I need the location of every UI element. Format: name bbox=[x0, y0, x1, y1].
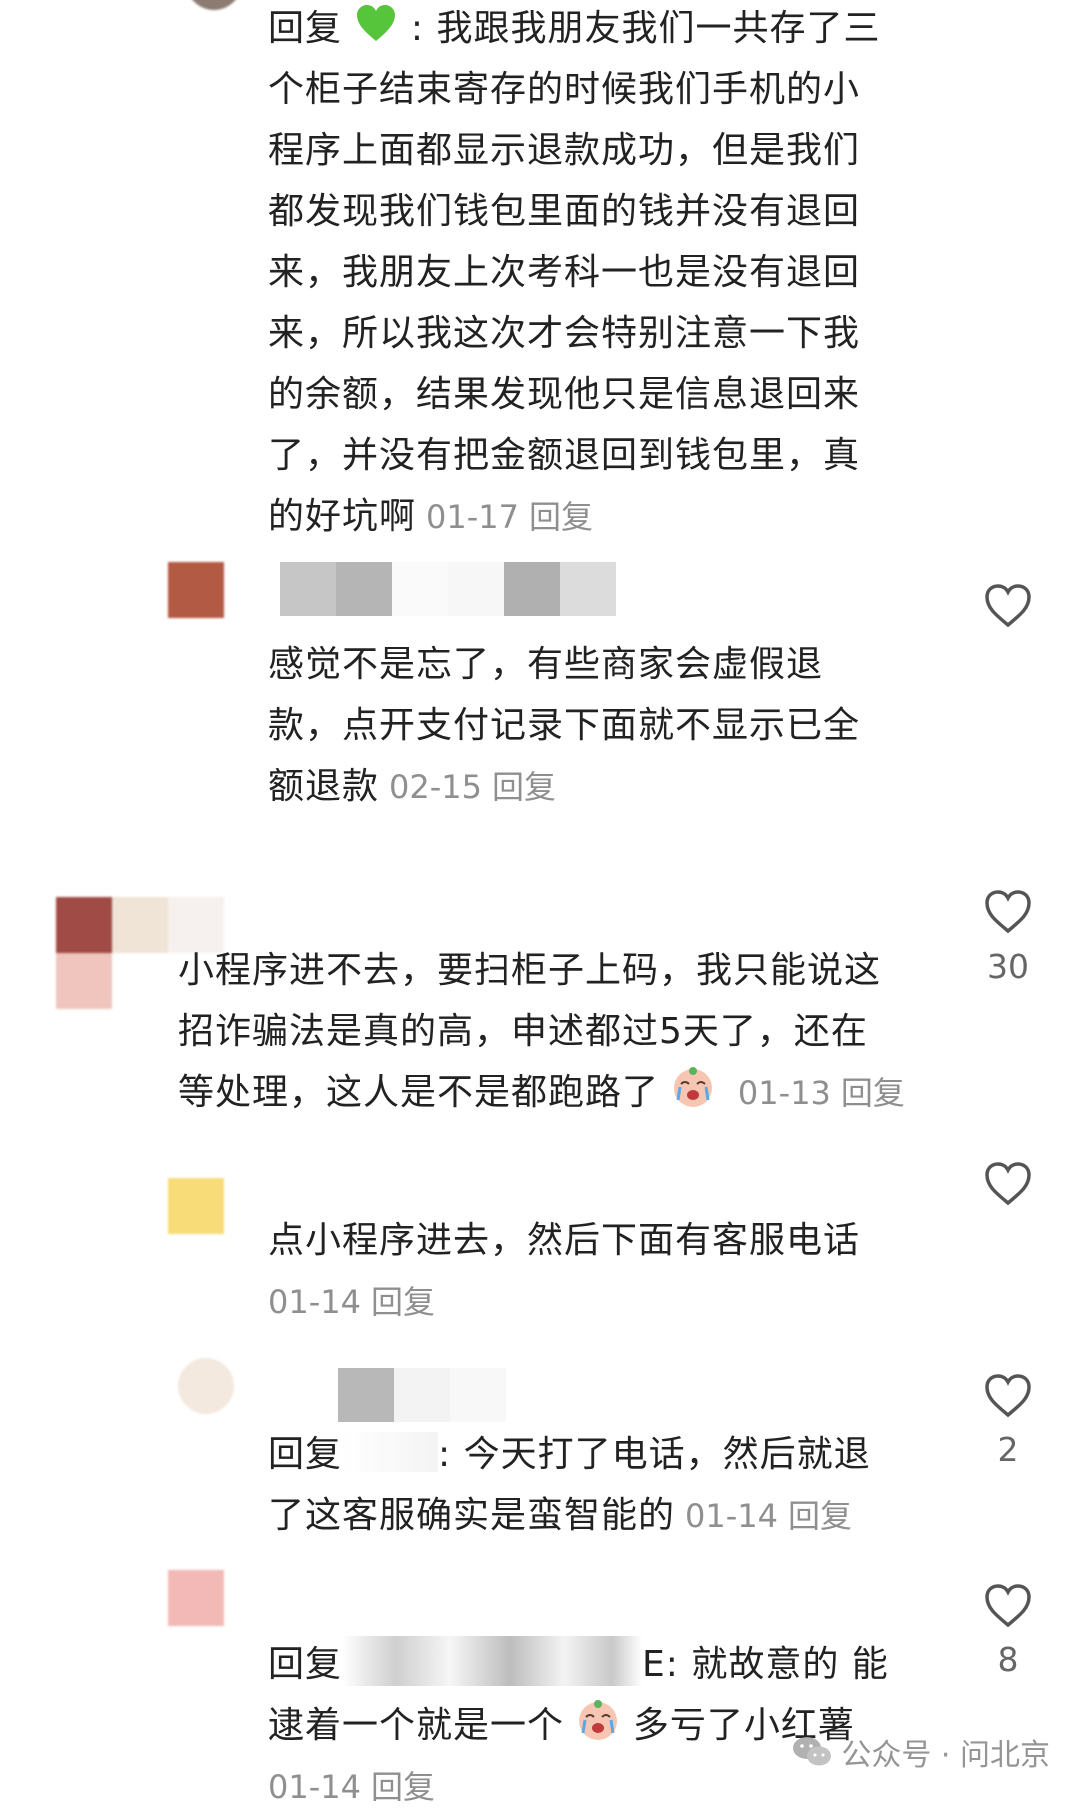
avatar[interactable] bbox=[168, 562, 224, 618]
avatar[interactable] bbox=[168, 1570, 224, 1626]
comment-line: 逮着一个就是一个 bbox=[268, 1705, 565, 1746]
comment-line: 了这客服确实是蛮智能的 bbox=[268, 1495, 676, 1536]
comment-text: 回复: 今天打了电话，然后就退 了这客服确实是蛮智能的 01-14 回复 bbox=[268, 1424, 948, 1547]
comment-line: 个柜子结束寄存的时候我们手机的小 bbox=[268, 69, 861, 110]
avatar[interactable] bbox=[186, 0, 242, 10]
separator: E: bbox=[642, 1644, 679, 1685]
comment-meta: 01-17 回复 bbox=[426, 498, 593, 536]
comment-meta: 01-14 回复 bbox=[268, 1283, 435, 1321]
crying-face-emoji bbox=[659, 1067, 728, 1113]
username-mosaic[interactable] bbox=[280, 562, 616, 616]
like-count: 8 bbox=[997, 1640, 1019, 1679]
reply-button[interactable]: 回复 bbox=[788, 1497, 852, 1535]
comment-meta: 01-14 回复 bbox=[685, 1497, 852, 1535]
comment-line: 程序上面都显示退款成功，但是我们 bbox=[268, 130, 861, 171]
reply-button[interactable]: 回复 bbox=[841, 1074, 905, 1112]
username-mosaic[interactable] bbox=[338, 1368, 506, 1422]
comment-line: 的余额，结果发现他只是信息退回来 bbox=[268, 374, 861, 415]
comment-text: 回复 : 我跟我朋友我们一共存了三 个柜子结束寄存的时候我们手机的小 程序上面都… bbox=[268, 0, 948, 548]
reply-button[interactable]: 回复 bbox=[492, 768, 556, 806]
comment-line: 款，点开支付记录下面就不显示已全 bbox=[268, 705, 861, 746]
comment-date: 01-14 bbox=[268, 1283, 361, 1321]
comment-line: 小程序进不去，要扫柜子上码，我只能说这 bbox=[178, 950, 882, 991]
comment-line: 我跟我朋友我们一共存了三 bbox=[436, 8, 881, 49]
green-heart-emoji bbox=[354, 5, 410, 49]
like-heart-icon[interactable] bbox=[982, 1580, 1034, 1632]
comment-line: 感觉不是忘了，有些商家会虚假退 bbox=[268, 644, 824, 685]
watermark-text: 公众号 · 问北京 bbox=[841, 1738, 1050, 1773]
reply-prefix: 回复 bbox=[268, 8, 343, 49]
reply-prefix: 回复 bbox=[268, 1644, 343, 1685]
like-heart-icon[interactable] bbox=[982, 1158, 1034, 1210]
comment-line: 等处理，这人是不是都跑路了 bbox=[178, 1072, 660, 1113]
like-heart-icon[interactable] bbox=[982, 580, 1034, 632]
comment-line: 的好坑啊 bbox=[268, 496, 417, 537]
comment-line: 招诈骗法是真的高，申述都过5天了，还在 bbox=[178, 1011, 868, 1052]
comment-line: 额退款 bbox=[268, 766, 380, 807]
crying-face-emoji bbox=[564, 1700, 633, 1746]
comment-text: 回复 E: 就故意的 能 逮着一个就是一个 多亏了小红薯 01-14 回复 bbox=[268, 1634, 948, 1818]
like-count: 30 bbox=[987, 947, 1029, 986]
redacted-username bbox=[342, 1636, 643, 1686]
comment-meta: 01-14 回复 bbox=[268, 1768, 435, 1806]
redacted-username bbox=[342, 1432, 439, 1472]
avatar[interactable] bbox=[168, 1178, 224, 1234]
comment-meta: 01-13 回复 bbox=[738, 1074, 905, 1112]
comment-date: 01-13 bbox=[737, 1074, 831, 1112]
comment-line: 来，所以我这次才会特别注意一下我 bbox=[268, 313, 861, 354]
reply-button[interactable]: 回复 bbox=[371, 1283, 435, 1321]
comment-date: 01-17 bbox=[426, 498, 519, 536]
wechat-icon bbox=[793, 1737, 832, 1766]
reply-button[interactable]: 回复 bbox=[371, 1768, 435, 1806]
comment-line: 今天打了电话，然后就退 bbox=[463, 1434, 871, 1475]
comment-text: 小程序进不去，要扫柜子上码，我只能说这 招诈骗法是真的高，申述都过5天了，还在 … bbox=[178, 940, 958, 1124]
reply-button[interactable]: 回复 bbox=[529, 498, 593, 536]
avatar[interactable] bbox=[178, 1358, 234, 1414]
reply-prefix: 回复 bbox=[268, 1434, 343, 1475]
like-count: 2 bbox=[997, 1430, 1019, 1469]
separator: : bbox=[410, 8, 425, 49]
comment-line: 点小程序进去，然后下面有客服电话 bbox=[268, 1220, 861, 1261]
watermark: 公众号 · 问北京 bbox=[791, 1730, 1050, 1774]
comment-line: 都发现我们钱包里面的钱并没有退回 bbox=[268, 191, 861, 232]
comment-text: 感觉不是忘了，有些商家会虚假退 款，点开支付记录下面就不显示已全 额退款 02-1… bbox=[268, 634, 948, 818]
like-heart-icon[interactable] bbox=[982, 1370, 1034, 1422]
separator: : bbox=[438, 1434, 452, 1475]
comment-date: 02-15 bbox=[389, 768, 482, 806]
comment-line: 来，我朋友上次考科一也是没有退回 bbox=[268, 252, 861, 293]
comment-line: 了，并没有把金额退回到钱包里，真 bbox=[268, 435, 861, 476]
comment-line: 就故意的 能 bbox=[691, 1644, 889, 1685]
like-heart-icon[interactable] bbox=[982, 886, 1034, 938]
comment-meta: 02-15 回复 bbox=[389, 768, 556, 806]
comment-date: 01-14 bbox=[268, 1768, 361, 1806]
comment-text: 点小程序进去，然后下面有客服电话 01-14 回复 bbox=[268, 1210, 948, 1333]
comment-date: 01-14 bbox=[685, 1497, 778, 1535]
